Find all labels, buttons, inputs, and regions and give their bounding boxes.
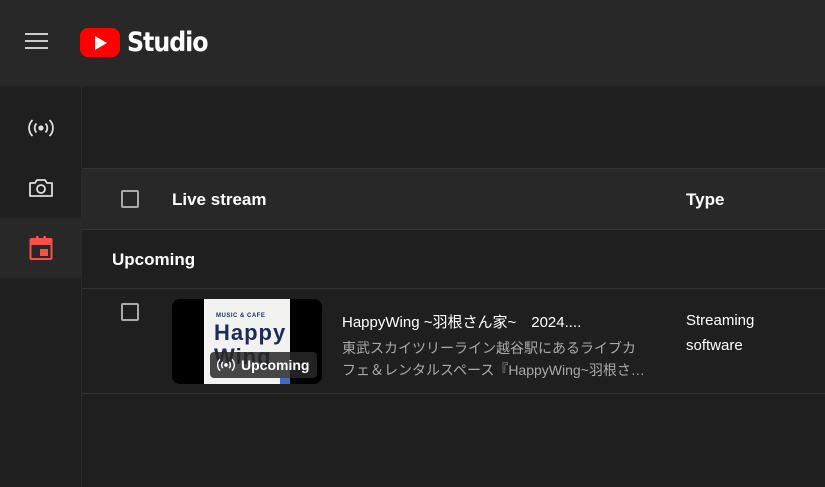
description-line-1: 東武スカイツリーライン越谷駅にあるライブカ — [342, 340, 636, 356]
stream-description: 東武スカイツリーライン越谷駅にあるライブカ フェ＆レンタルスペース『HappyW… — [342, 337, 674, 381]
table-header: Live stream Type — [82, 168, 825, 230]
table-row[interactable]: MUSIC & CAFE Happy Wing Upcoming HappyWi… — [82, 289, 825, 394]
upcoming-badge: Upcoming — [210, 352, 318, 378]
live-broadcast-icon — [27, 119, 54, 137]
youtube-studio-logo[interactable]: Studio — [80, 27, 219, 58]
type-line-2: software — [686, 337, 743, 354]
thumbnail-art-line1: Happy — [214, 320, 287, 345]
section-header-upcoming: Upcoming — [82, 229, 825, 289]
type-line-1: Streaming — [686, 312, 755, 329]
hamburger-menu-icon[interactable] — [25, 31, 49, 51]
select-all-checkbox[interactable] — [121, 190, 139, 208]
video-thumbnail[interactable]: MUSIC & CAFE Happy Wing Upcoming — [172, 299, 322, 384]
description-line-2: フェ＆レンタルスペース『HappyWing~羽根さ… — [342, 362, 645, 378]
badge-label: Upcoming — [241, 357, 310, 373]
youtube-play-icon — [80, 28, 120, 57]
sidebar — [0, 86, 82, 487]
column-header-type[interactable]: Type — [686, 190, 724, 210]
main-content: Live stream Type Upcoming MUSIC & CAFE H… — [82, 86, 825, 487]
sidebar-item-stream[interactable] — [0, 98, 81, 158]
sidebar-item-manage[interactable] — [0, 218, 81, 278]
stream-type: Streaming software — [686, 308, 754, 358]
column-header-live-stream[interactable]: Live stream — [172, 190, 267, 210]
thumbnail-stripe — [280, 378, 290, 384]
thumbnail-art-caption: MUSIC & CAFE — [216, 313, 266, 319]
top-bar: Studio — [0, 0, 825, 86]
camera-icon — [28, 179, 53, 197]
section-label: Upcoming — [112, 250, 196, 269]
row-checkbox[interactable] — [121, 303, 139, 321]
live-broadcast-icon — [216, 358, 236, 372]
sidebar-item-webcam[interactable] — [0, 158, 81, 218]
stream-title[interactable]: HappyWing ~羽根さん家~ 2024.... — [342, 311, 642, 332]
logo-text: Studio — [127, 27, 209, 58]
calendar-icon — [29, 236, 52, 260]
